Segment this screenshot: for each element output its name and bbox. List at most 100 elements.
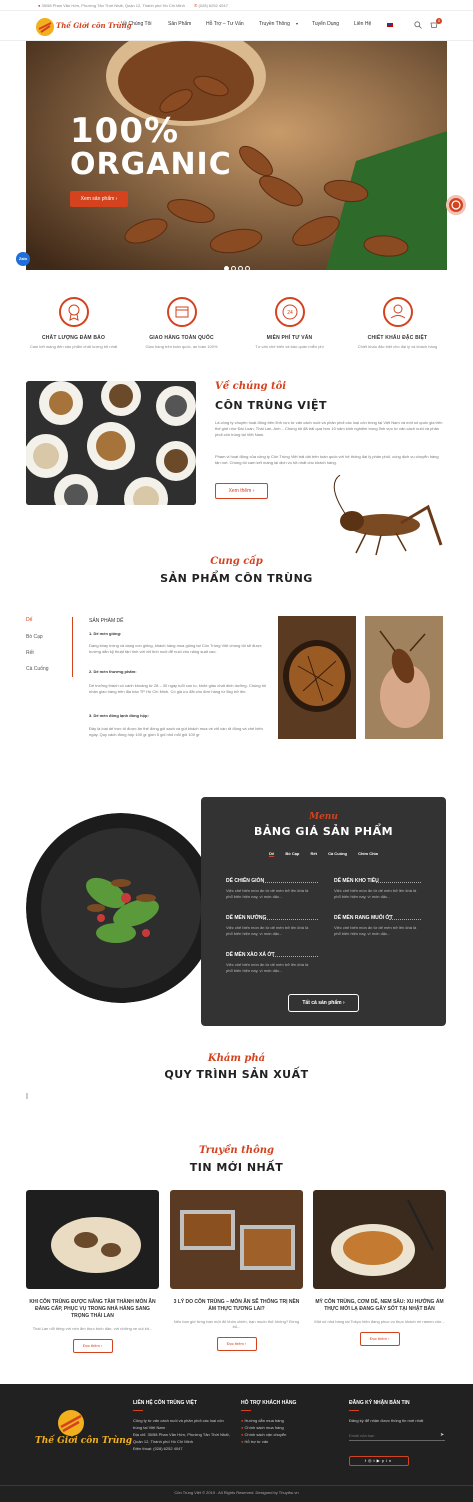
menu-tab-scorpion[interactable]: Bò Cạp xyxy=(285,851,299,856)
menu-tab-water-bug[interactable]: Cà Cuống xyxy=(328,851,347,856)
hero-title-line2: ORGANIC xyxy=(70,147,232,182)
feature-desc: Tư vấn chế biến và bảo quản miễn phí xyxy=(255,344,324,349)
linkedin-icon[interactable]: in xyxy=(386,1458,393,1463)
about-read-more-button[interactable]: Xem thêm › xyxy=(215,483,268,499)
tab-centipede[interactable]: Rết xyxy=(26,650,72,666)
news-image[interactable] xyxy=(313,1190,446,1289)
nav-products[interactable]: Sản Phẩm xyxy=(168,21,191,27)
chevron-right-icon: › xyxy=(115,196,118,202)
about-title: CÔN TRÙNG VIỆT xyxy=(215,399,328,412)
nav-contact[interactable]: Liên Hệ xyxy=(354,21,371,27)
news-image[interactable] xyxy=(26,1190,159,1289)
menu-item-name: DẾ MÈN KHO TIÊU xyxy=(334,878,379,884)
footer-contact-line: Điện thoại: (028) 6252 4047 xyxy=(133,1446,183,1451)
send-icon[interactable]: ➤ xyxy=(440,1432,444,1438)
product-subheading-2: 2. Dế mèn thương phẩm: xyxy=(89,669,137,674)
footer-link-label[interactable]: Hướng dẫn mua hàng xyxy=(245,1418,284,1423)
about-paragraph-2: Phạm vi hoạt động của công ty Côn Trùng … xyxy=(215,454,439,465)
slide-dot[interactable] xyxy=(238,266,243,270)
nav-recruitment[interactable]: Tuyển Dụng xyxy=(312,21,339,27)
menu-item-desc: Việc chế biến món ăn từ dế mèn trở lên k… xyxy=(226,888,309,899)
slider-dots xyxy=(223,258,251,270)
menu-item-desc: Việc chế biến món ăn từ dế mèn trở lên k… xyxy=(334,888,417,899)
news-card[interactable]: 3 LÝ DO CÔN TRÙNG – MÓN ĂN SẼ THỐNG TRỊ … xyxy=(170,1190,303,1351)
feature-desc: Giao hàng trên toàn quốc, an toàn 100% xyxy=(145,344,218,349)
hero-button-label: Xem sản phẩm xyxy=(80,196,115,202)
footer-link[interactable]: ● Hướng dẫn mua hàng xyxy=(241,1417,341,1424)
top-bar: ● 35/58 Phan Văn Hớn, Phường Tân Thới Nh… xyxy=(0,0,473,11)
svg-text:24: 24 xyxy=(287,310,293,316)
chevron-right-icon: › xyxy=(251,488,255,494)
news-excerpt: Thái Lan nổi tiếng với nền ẩm thực bình … xyxy=(32,1326,153,1331)
footer-link[interactable]: ● Hỗ trợ tư vấn xyxy=(241,1438,341,1445)
zalo-label: Zalo xyxy=(18,256,28,261)
news-headline[interactable]: MỲ CÔN TRÙNG, CƠM DẾ, NEM SÂU: XU HƯỚNG … xyxy=(313,1299,446,1313)
menu-dish-image xyxy=(26,813,216,1003)
feature-title: MIỄN PHÍ TƯ VẤN xyxy=(266,335,313,341)
footer-link[interactable]: ● Chính sách vận chuyển xyxy=(241,1431,341,1438)
menu-script-title: Menu xyxy=(309,812,338,822)
process-title: QUY TRÌNH SẢN XUẤT xyxy=(164,1068,309,1081)
tab-scorpion[interactable]: Bò Cạp xyxy=(26,634,72,650)
zalo-chat-button[interactable]: Zalo xyxy=(16,252,30,266)
feature-quality: CHẤT LƯỢNG ĐẢM BẢO Cam kết mang đến sản … xyxy=(26,297,121,349)
news-card[interactable]: KHI CÔN TRÙNG ĐƯỢC NÂNG TẦM THÀNH MÓN ĂN… xyxy=(26,1190,159,1353)
news-excerpt: Nếu bạn giờ từng bạn một đủ khôn chiến, … xyxy=(173,1319,300,1329)
footer-contact-title: LIÊN HỆ CÔN TRÙNG VIỆT xyxy=(133,1400,197,1406)
menu-tab-centipede[interactable]: Rết xyxy=(311,851,317,856)
news-image[interactable] xyxy=(170,1190,303,1289)
search-icon[interactable] xyxy=(414,21,422,29)
hero-slider[interactable]: 100% ORGANIC Xem sản phẩm › xyxy=(26,41,447,270)
footer-support-links: ● Hướng dẫn mua hàng ● Chính sách mua hà… xyxy=(241,1417,341,1445)
logo[interactable]: Thế Giới côn Trùng xyxy=(35,16,132,38)
footer-link-label[interactable]: Chính sách vận chuyển xyxy=(245,1432,287,1437)
footer-logo[interactable]: Thế Giới côn Trùng xyxy=(35,1408,132,1448)
chat-float-button[interactable] xyxy=(446,195,466,215)
news-card[interactable]: MỲ CÔN TRÙNG, CƠM DẾ, NEM SÂU: XU HƯỚNG … xyxy=(313,1190,446,1346)
menu-tab-cricket[interactable]: Dế xyxy=(269,851,275,857)
location-icon: ● xyxy=(38,3,41,8)
footer-link-label[interactable]: Chính sách mua hàng xyxy=(245,1425,284,1430)
read-more-label: Đọc thêm xyxy=(82,1343,100,1348)
all-products-button[interactable]: Tất cả sản phẩm › xyxy=(288,994,359,1012)
menu-title: BẢNG GIÁ SẢN PHẨM xyxy=(253,825,394,838)
tab-water-bug[interactable]: Cà Cuống xyxy=(26,666,72,682)
footer-title-underline xyxy=(241,1410,251,1411)
hero-title-line1: 100% xyxy=(70,111,180,151)
news-headline[interactable]: KHI CÔN TRÙNG ĐƯỢC NÂNG TẦM THÀNH MÓN ĂN… xyxy=(26,1299,159,1320)
footer-contact-line: Công ty tư vấn cách nuôi và phân phối cá… xyxy=(133,1418,224,1423)
chevron-down-icon: ▾ xyxy=(296,21,299,26)
menu-item-name: DẾ MÈN XÀO XẢ ỚT xyxy=(226,952,275,958)
newsletter-email-input[interactable] xyxy=(349,1431,445,1441)
nav-about[interactable]: Về Chúng Tôi xyxy=(121,21,151,27)
newsletter-text: Đăng ký để nhận được thông tin mới nhất xyxy=(349,1418,424,1423)
about-script-title: Về chúng tôi xyxy=(215,381,287,392)
footer-link[interactable]: ● Chính sách mua hàng xyxy=(241,1424,341,1431)
menu-dots xyxy=(263,919,318,920)
footer-contact-line: Địa chỉ: 35/58 Phan Văn Hớn, Phường Tân … xyxy=(133,1432,230,1437)
slide-dot[interactable] xyxy=(245,266,250,270)
news-read-more-button[interactable]: Đọc thêm › xyxy=(216,1337,257,1351)
menu-item-desc: Việc chế biến món ăn từ dế mèn trở lên k… xyxy=(334,925,417,936)
hero-view-products-button[interactable]: Xem sản phẩm › xyxy=(70,191,128,207)
nav-media[interactable]: Truyền Thông xyxy=(259,21,290,27)
price-list-card: Menu BẢNG GIÁ SẢN PHẨM Dế Bò Cạp Rết Cà … xyxy=(201,797,446,1026)
news-headline[interactable]: 3 LÝ DO CÔN TRÙNG – MÓN ĂN SẼ THỐNG TRỊ … xyxy=(170,1299,303,1313)
nav-support[interactable]: Hỗ Trợ – Tư Vấn xyxy=(206,21,244,27)
footer-link-label[interactable]: Hỗ trợ tư vấn xyxy=(245,1439,269,1444)
phone-text: (028) 6252 4047 xyxy=(198,3,228,8)
footer-contact-info: Công ty tư vấn cách nuôi và phân phối cá… xyxy=(133,1417,233,1452)
flag-uk-icon[interactable] xyxy=(387,23,393,27)
news-read-more-button[interactable]: Đọc thêm › xyxy=(359,1332,400,1346)
read-more-label: Đọc thêm xyxy=(226,1341,244,1346)
news-read-more-button[interactable]: Đọc thêm › xyxy=(72,1339,113,1353)
feature-title: GIAO HÀNG TOÀN QUỐC xyxy=(149,335,214,341)
tab-cricket[interactable]: Dế xyxy=(26,617,72,634)
menu-tab-bird[interactable]: Chim Chìa xyxy=(358,851,378,856)
slide-dot[interactable] xyxy=(231,266,236,270)
menu-dots xyxy=(389,919,421,920)
tab-divider xyxy=(72,617,73,677)
slide-dot[interactable] xyxy=(224,266,229,270)
products-script-title: Cung cấp xyxy=(210,556,263,567)
all-products-label: Tất cả sản phẩm xyxy=(302,1000,342,1006)
